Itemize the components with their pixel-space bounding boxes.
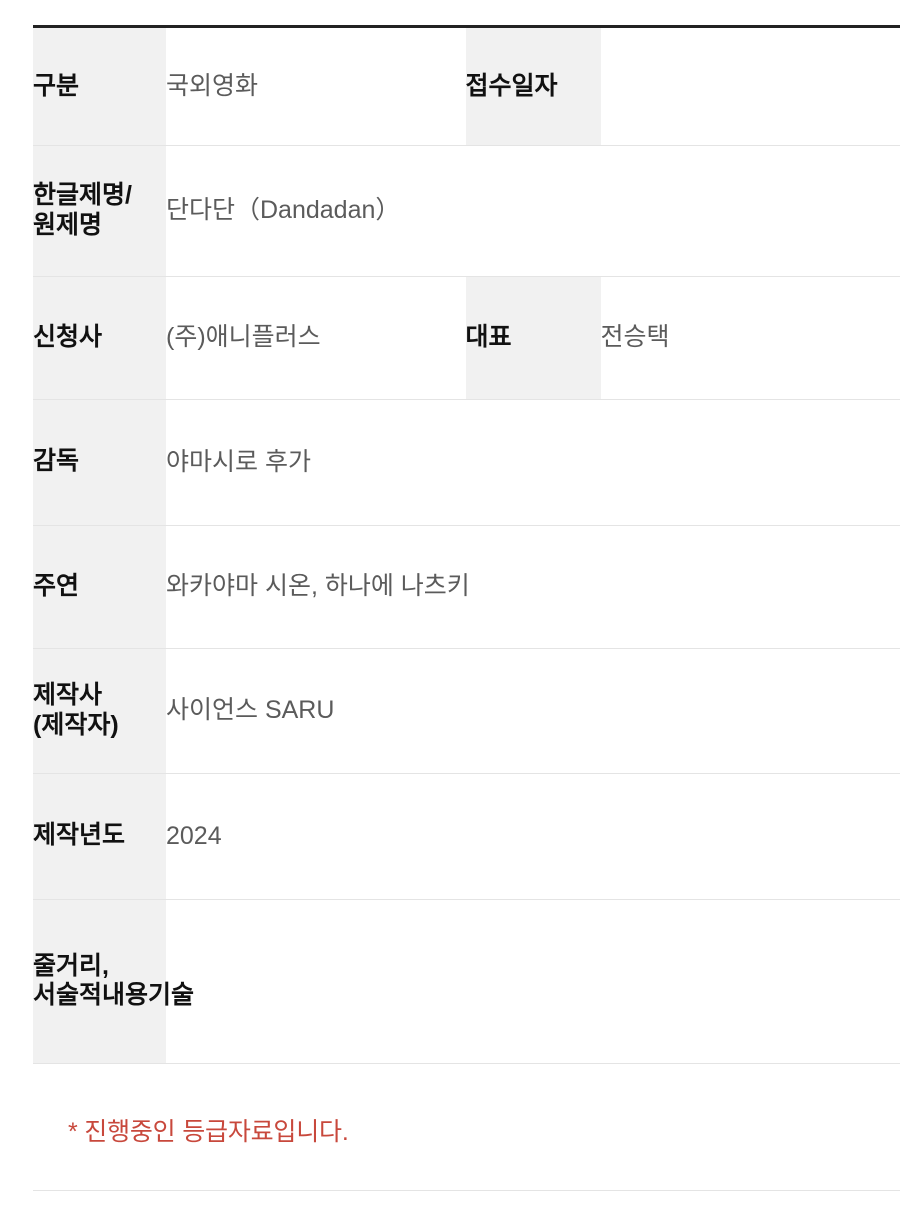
row-label-director: 감독 <box>33 399 166 525</box>
row-label-receipt-date: 접수일자 <box>465 28 601 145</box>
row-label-title: 한글제명/원제명 <box>33 145 166 276</box>
row-label-production-company: 제작사(제작자) <box>33 648 166 773</box>
row-value-cast: 와카야마 시온, 하나에 나츠키 <box>166 572 470 601</box>
row-value-title: 단다단（Dandadan） <box>166 196 401 225</box>
row-value-production-company: 사이언스 SARU <box>166 696 335 725</box>
row-label-synopsis: 줄거리, 서술적내용기술 <box>33 899 194 1063</box>
row-value-director: 야마시로 후가 <box>166 447 311 476</box>
table-row: 구분 국외영화 접수일자 <box>33 28 900 145</box>
table-row: 감독 야마시로 후가 <box>33 399 900 525</box>
film-rating-detail-page: 구분 국외영화 접수일자 한글제명/원제명 단다단（Dandadan） 신청사 … <box>0 0 900 1224</box>
row-value-category: 국외영화 <box>166 72 259 100</box>
row-value-applicant: (주)애니플러스 <box>166 323 321 352</box>
row-label-category: 구분 <box>33 28 166 145</box>
table-row: 신청사 (주)애니플러스 대표 전승택 <box>33 276 900 399</box>
in-progress-notice: * 진행중인 등급자료입니다. <box>68 1118 349 1146</box>
row-value-representative: 전승택 <box>600 323 670 352</box>
row-value-synopsis <box>166 899 900 1063</box>
film-detail-table: 구분 국외영화 접수일자 한글제명/원제명 단다단（Dandadan） 신청사 … <box>33 28 900 1064</box>
table-row: 제작년도 2024 <box>33 773 900 899</box>
row-value-receipt-date <box>601 28 900 145</box>
film-detail-table-wrapper: 구분 국외영화 접수일자 한글제명/원제명 단다단（Dandadan） 신청사 … <box>33 25 900 1064</box>
table-row: 제작사(제작자) 사이언스 SARU <box>33 648 900 773</box>
table-row: 한글제명/원제명 단다단（Dandadan） <box>33 145 900 276</box>
row-label-cast: 주연 <box>33 525 166 648</box>
table-row: 줄거리, 서술적내용기술 <box>33 899 900 1063</box>
table-row: 주연 와카야마 시온, 하나에 나츠키 <box>33 525 900 648</box>
row-value-production-year: 2024 <box>166 821 222 850</box>
row-label-production-year: 제작년도 <box>33 773 166 899</box>
bottom-divider <box>33 1190 900 1191</box>
row-label-representative: 대표 <box>465 276 601 399</box>
row-label-applicant: 신청사 <box>33 276 166 399</box>
